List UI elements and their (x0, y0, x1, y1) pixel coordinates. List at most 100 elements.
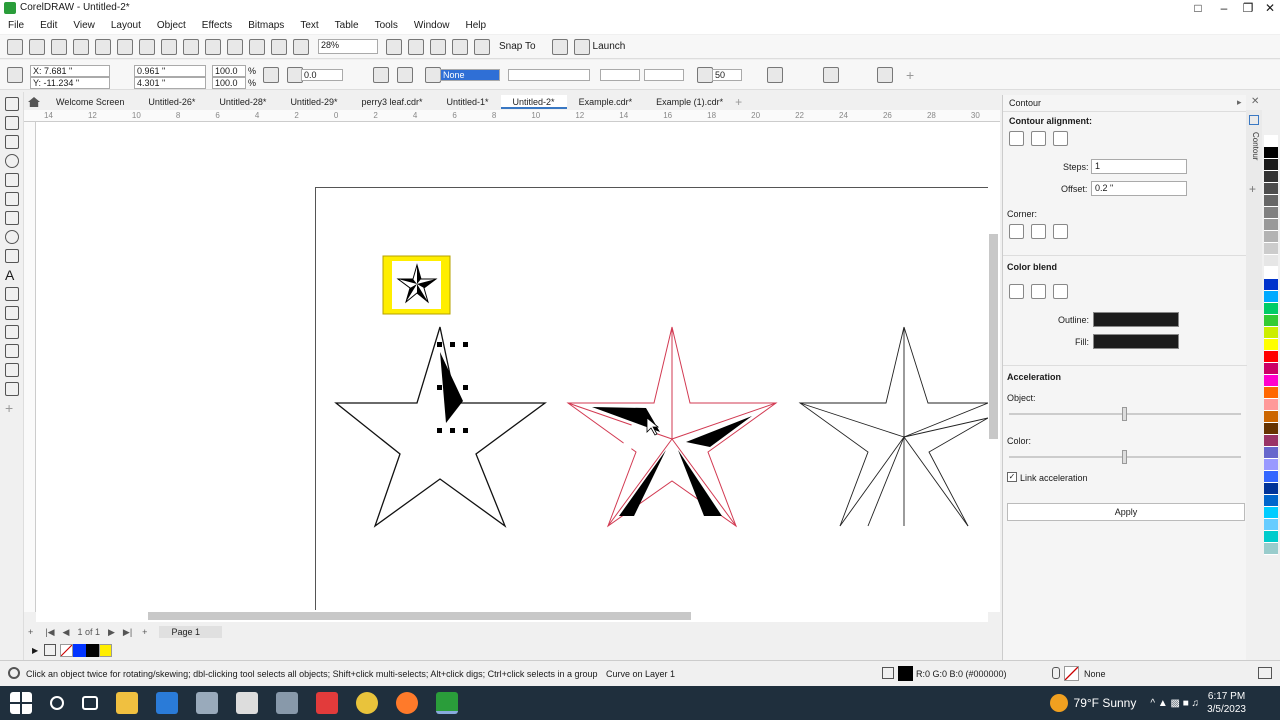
task-view-icon[interactable] (82, 696, 98, 710)
new-tab-icon[interactable]: + (735, 95, 742, 109)
artistic-media-icon[interactable] (5, 192, 19, 206)
no-color-swatch[interactable] (60, 643, 74, 657)
last-page-icon[interactable]: ▶| (123, 627, 132, 638)
palette-swatch[interactable] (1264, 303, 1278, 315)
palette-swatch[interactable] (1264, 423, 1278, 435)
vertical-ruler[interactable] (24, 122, 36, 612)
redo-icon[interactable] (227, 38, 243, 55)
outline-width-dropdown[interactable]: None (440, 69, 500, 81)
add-icon[interactable]: + (906, 67, 914, 83)
vertical-scrollbar[interactable] (988, 122, 1000, 612)
save-icon[interactable] (51, 38, 67, 55)
help-icon[interactable]: □ (1186, 0, 1210, 17)
mirror-horizontal-icon[interactable] (373, 67, 389, 83)
export-icon[interactable] (271, 38, 287, 55)
file-explorer-icon[interactable] (116, 692, 138, 714)
palette-swatch[interactable] (1264, 543, 1278, 555)
crop-tool-icon[interactable] (5, 135, 19, 149)
align-distribute-icon[interactable] (877, 67, 893, 83)
horizontal-scroll-thumb[interactable] (148, 612, 691, 620)
start-arrow-dropdown[interactable] (600, 69, 640, 81)
full-screen-icon[interactable] (386, 38, 402, 55)
palette-swatch[interactable] (1264, 159, 1278, 171)
clock[interactable]: 6:17 PM 3/5/2023 (1207, 690, 1246, 716)
palette-swatch[interactable] (1264, 291, 1278, 303)
palette-swatch[interactable] (1264, 435, 1278, 447)
coreldraw-taskbar-icon[interactable] (436, 692, 458, 714)
palette-expand-icon[interactable]: ▶ (32, 646, 38, 655)
outline-pen-icon[interactable] (425, 67, 441, 83)
maximize-button[interactable]: ❐ (1236, 0, 1260, 17)
palette-swatch[interactable] (1264, 279, 1278, 291)
search-icon[interactable] (50, 696, 64, 710)
palette-swatch[interactable] (1264, 255, 1278, 267)
wrap-text-icon[interactable] (823, 67, 839, 83)
show-grid-icon[interactable] (430, 38, 446, 55)
eyedropper-icon[interactable] (44, 644, 57, 656)
outline-color-picker[interactable] (1093, 312, 1179, 327)
menu-table[interactable]: Table (335, 20, 359, 31)
page-tab[interactable]: Page 1 (159, 626, 222, 638)
close-curve-icon[interactable] (767, 67, 783, 83)
text-tool-icon[interactable]: A (5, 268, 19, 282)
yellow-swatch[interactable] (99, 643, 113, 657)
counterclockwise-blend-icon[interactable] (1053, 284, 1068, 299)
palette-swatch[interactable] (1264, 411, 1278, 423)
black-swatch[interactable] (86, 643, 100, 657)
polygon-tool-icon[interactable] (5, 249, 19, 263)
fill-color-swatch[interactable] (898, 666, 913, 681)
palette-swatch[interactable] (1264, 195, 1278, 207)
palette-swatch[interactable] (1264, 243, 1278, 255)
palette-swatch[interactable] (1264, 351, 1278, 363)
lock-ratio-icon[interactable] (263, 67, 279, 83)
menu-edit[interactable]: Edit (40, 20, 57, 31)
palette-swatch[interactable] (1264, 315, 1278, 327)
app-red-icon[interactable] (316, 692, 338, 714)
tab-untitled-1[interactable]: Untitled-1* (435, 95, 501, 109)
menu-layout[interactable]: Layout (111, 20, 141, 31)
print-icon[interactable] (117, 38, 133, 55)
smoothing-field[interactable]: 50 (712, 69, 742, 81)
cut-icon[interactable] (139, 38, 155, 55)
undo-icon[interactable] (205, 38, 221, 55)
horizontal-scrollbar[interactable] (36, 610, 988, 622)
firefox-icon[interactable] (396, 692, 418, 714)
cloud-icon[interactable] (73, 38, 89, 55)
smoothing-icon[interactable] (697, 67, 713, 83)
show-guidelines-icon[interactable] (452, 38, 468, 55)
eyedropper-icon[interactable] (5, 363, 19, 377)
offset-field[interactable]: 0.2 " (1091, 181, 1187, 196)
paste-icon[interactable] (183, 38, 199, 55)
menu-tools[interactable]: Tools (375, 20, 398, 31)
palette-swatch[interactable] (1264, 375, 1278, 387)
zoom-tool-icon[interactable] (5, 154, 19, 168)
palette-swatch[interactable] (1264, 483, 1278, 495)
palette-swatch[interactable] (1264, 399, 1278, 411)
app-s-icon[interactable] (156, 692, 178, 714)
menu-effects[interactable]: Effects (202, 20, 232, 31)
new-document-icon[interactable] (7, 38, 23, 55)
end-arrow-dropdown[interactable] (644, 69, 684, 81)
system-tray-icons[interactable]: ^ ▲ ▩ ■ ♫ (1150, 698, 1199, 709)
snap-to-dropdown[interactable]: Snap To (499, 41, 536, 52)
palette-swatch[interactable] (1264, 507, 1278, 519)
interactive-fill-icon[interactable] (5, 382, 19, 396)
tab-welcome-screen[interactable]: Welcome Screen (44, 95, 136, 109)
line-style-dropdown[interactable] (508, 69, 590, 81)
copy-icon[interactable] (161, 38, 177, 55)
rectangle-tool-icon[interactable] (5, 211, 19, 225)
round-corner-icon[interactable] (1031, 224, 1046, 239)
tab-untitled-2[interactable]: Untitled-2* (500, 95, 567, 109)
vertical-scroll-thumb[interactable] (989, 234, 998, 439)
first-page-icon[interactable]: |◀ (45, 627, 54, 638)
thumbnail-star-on-yellow[interactable] (382, 255, 451, 315)
connector-tool-icon[interactable] (5, 306, 19, 320)
palette-swatch[interactable] (1264, 471, 1278, 483)
horizontal-ruler[interactable]: 14 12 10 8 6 4 2 0 2 4 6 8 10 12 14 16 1… (24, 110, 1000, 122)
docker-close-icon[interactable]: ✕ (1251, 96, 1259, 107)
mitered-corner-icon[interactable] (1009, 224, 1024, 239)
zoom-field[interactable]: 28% (318, 39, 378, 54)
menu-view[interactable]: View (73, 20, 95, 31)
color-acceleration-thumb[interactable] (1122, 450, 1127, 464)
apply-button[interactable]: Apply (1007, 503, 1245, 521)
